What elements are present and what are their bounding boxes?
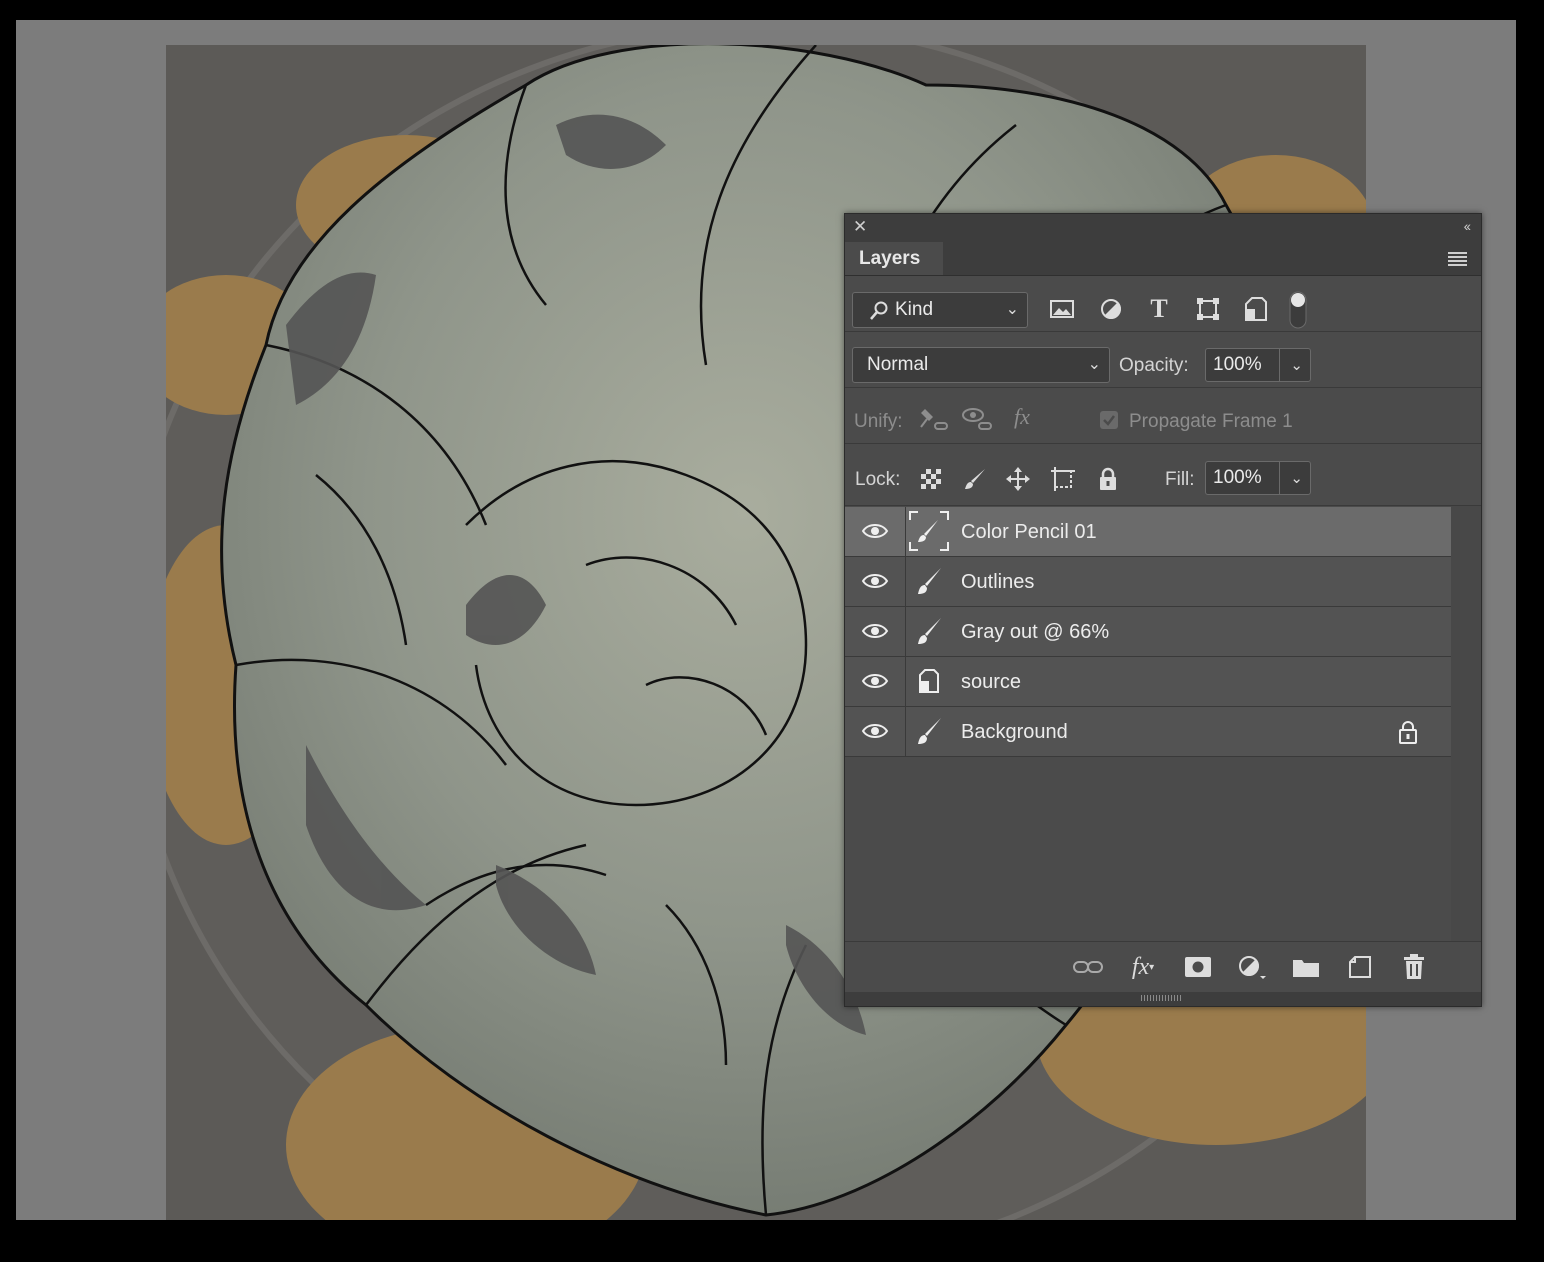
- close-icon[interactable]: ✕: [853, 217, 867, 237]
- shape-filter-icon[interactable]: [1195, 296, 1221, 322]
- type-filter-icon[interactable]: T: [1146, 294, 1172, 323]
- brush-icon: [909, 511, 949, 551]
- lock-artboard-icon[interactable]: [1050, 466, 1076, 492]
- layer-row-color-pencil-01[interactable]: Color Pencil 01: [845, 507, 1451, 557]
- layers-scrollbar[interactable]: [1451, 506, 1481, 941]
- lock-image-pixels-icon[interactable]: [962, 466, 988, 492]
- chevron-down-icon: ⌄: [1005, 301, 1019, 318]
- unify-row: Unify: fx Propagate Frame 1: [845, 388, 1481, 444]
- search-icon: [870, 301, 888, 320]
- fill-label: Fill:: [1165, 469, 1195, 490]
- layers-panel: ✕ ‹‹ Layers Kind ⌄ T Normal ⌄ Opacity: 1…: [844, 213, 1482, 1007]
- smart-object-filter-icon[interactable]: [1243, 296, 1269, 322]
- layer-name[interactable]: Color Pencil 01: [961, 521, 1097, 544]
- layer-name[interactable]: Background: [961, 721, 1068, 744]
- lock-position-icon[interactable]: [1005, 466, 1031, 492]
- layer-name[interactable]: Outlines: [961, 571, 1034, 594]
- tab-layers-label: Layers: [859, 248, 921, 269]
- layer-row-gray-out[interactable]: Gray out @ 66%: [845, 607, 1451, 657]
- panel-footer: fx ▾: [845, 941, 1481, 992]
- image-filter-icon[interactable]: [1049, 296, 1075, 322]
- lock-transparent-pixels-icon[interactable]: [918, 466, 944, 492]
- eye-icon[interactable]: [861, 670, 889, 692]
- layers-list-empty-area[interactable]: [845, 759, 1451, 941]
- adjustment-filter-icon[interactable]: [1098, 296, 1124, 322]
- blend-mode-value: Normal: [867, 354, 929, 375]
- fill-value: 100%: [1213, 467, 1262, 488]
- brush-icon: [918, 568, 941, 594]
- blend-row: Normal ⌄ Opacity: 100% ⌄: [845, 332, 1481, 388]
- propagate-label: Propagate Frame 1: [1129, 411, 1293, 432]
- panel-titlebar: ✕ ‹‹: [845, 214, 1481, 242]
- eye-icon[interactable]: [861, 520, 889, 542]
- unify-style-icon[interactable]: fx: [1005, 404, 1039, 430]
- group-folder-icon[interactable]: [1291, 954, 1321, 980]
- chevron-down-icon[interactable]: ⌄: [1290, 469, 1303, 487]
- opacity-value: 100%: [1213, 354, 1262, 375]
- propagate-checkbox[interactable]: [1099, 410, 1119, 430]
- filter-kind-dropdown[interactable]: Kind ⌄: [852, 292, 1028, 328]
- chevron-down-icon: ⌄: [1087, 356, 1101, 373]
- collapse-panel-icon[interactable]: ‹‹: [1464, 218, 1471, 234]
- filter-kind-label: Kind: [895, 299, 934, 320]
- panel-menu-icon[interactable]: [1448, 252, 1467, 266]
- layer-name[interactable]: source: [961, 671, 1021, 694]
- panel-tabbar: Layers: [845, 242, 1481, 276]
- eye-icon[interactable]: [861, 720, 889, 742]
- link-layers-icon[interactable]: [1073, 954, 1103, 980]
- lock-row: Lock: Fill: 100% ⌄: [845, 444, 1481, 506]
- layer-row-background[interactable]: Background: [845, 707, 1451, 757]
- lock-icon[interactable]: [1397, 720, 1419, 744]
- opacity-label: Opacity:: [1119, 355, 1189, 376]
- unify-visibility-icon[interactable]: [961, 406, 995, 432]
- filter-row: Kind ⌄ T: [845, 276, 1481, 332]
- filter-toggle-icon[interactable]: [1288, 290, 1308, 330]
- brush-icon: [918, 618, 941, 644]
- trash-icon[interactable]: [1399, 954, 1429, 980]
- eye-icon[interactable]: [861, 620, 889, 642]
- layer-row-outlines[interactable]: Outlines: [845, 557, 1451, 607]
- opacity-field[interactable]: 100% ⌄: [1205, 348, 1311, 382]
- layer-row-source[interactable]: source: [845, 657, 1451, 707]
- panel-resize-handle[interactable]: [845, 992, 1481, 1006]
- tab-layers[interactable]: Layers: [845, 242, 943, 275]
- smart-object-icon: [919, 669, 939, 693]
- unify-position-icon[interactable]: [917, 406, 951, 432]
- new-layer-icon[interactable]: [1345, 954, 1375, 980]
- lock-label: Lock:: [855, 469, 901, 490]
- unify-label: Unify:: [854, 411, 903, 432]
- adjustment-layer-icon[interactable]: [1237, 954, 1267, 980]
- blend-mode-dropdown[interactable]: Normal ⌄: [852, 347, 1110, 383]
- eye-icon[interactable]: [861, 570, 889, 592]
- fx-icon[interactable]: fx ▾: [1128, 954, 1158, 980]
- lock-all-icon[interactable]: [1095, 466, 1121, 492]
- brush-icon: [918, 718, 941, 744]
- layer-mask-icon[interactable]: [1183, 954, 1213, 980]
- fill-field[interactable]: 100% ⌄: [1205, 461, 1311, 495]
- layer-name[interactable]: Gray out @ 66%: [961, 621, 1109, 644]
- chevron-down-icon[interactable]: ⌄: [1290, 356, 1303, 374]
